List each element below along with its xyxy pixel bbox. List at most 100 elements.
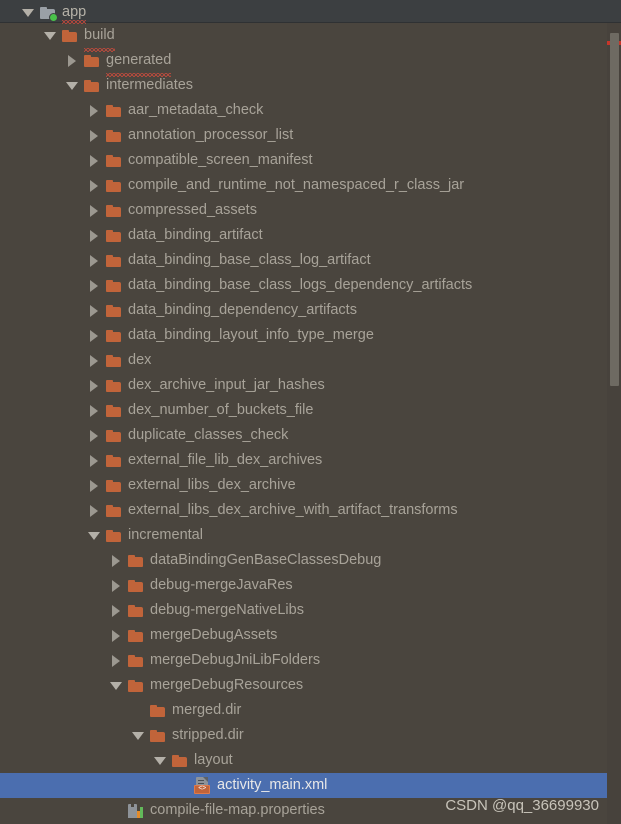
chevron-right-icon[interactable] <box>88 404 101 417</box>
tree-node-label: build <box>84 23 115 52</box>
tree-row[interactable]: intermediates <box>0 73 621 98</box>
chevron-right-icon[interactable] <box>88 454 101 467</box>
chevron-down-icon[interactable] <box>154 754 167 767</box>
tree-row[interactable]: mergeDebugAssets <box>0 623 621 648</box>
tree-node-label: data_binding_base_class_logs_dependency_… <box>128 276 473 293</box>
tree-node-label: mergeDebugResources <box>150 676 304 693</box>
tree-node-label: mergeDebugAssets <box>150 626 278 643</box>
tree-node-label: debug-mergeJavaRes <box>150 576 293 593</box>
tree-row[interactable]: <> activity_main.xml <box>0 773 621 798</box>
tree-row[interactable]: dex_number_of_buckets_file <box>0 398 621 423</box>
tree-row[interactable]: external_libs_dex_archive_with_artifact_… <box>0 498 621 523</box>
chevron-right-icon[interactable] <box>88 104 101 117</box>
chevron-down-icon[interactable] <box>110 679 123 692</box>
chevron-right-icon[interactable] <box>88 354 101 367</box>
chevron-right-icon[interactable] <box>110 554 123 567</box>
chevron-down-icon[interactable] <box>88 529 101 542</box>
chevron-right-icon[interactable] <box>88 479 101 492</box>
tree-row[interactable]: dataBindingGenBaseClassesDebug <box>0 548 621 573</box>
folder-icon <box>106 504 122 518</box>
chevron-right-icon[interactable] <box>66 54 79 67</box>
chevron-right-icon[interactable] <box>110 654 123 667</box>
folder-icon <box>106 129 122 143</box>
tree-row[interactable]: dex <box>0 348 621 373</box>
tree-node-label: layout <box>194 751 233 768</box>
scrollbar-thumb[interactable] <box>610 33 619 386</box>
tree-node-label: compressed_assets <box>128 201 257 218</box>
tree-row[interactable]: compatible_screen_manifest <box>0 148 621 173</box>
folder-icon <box>106 279 122 293</box>
folder-icon <box>150 729 166 743</box>
chevron-down-icon[interactable] <box>66 79 79 92</box>
tree-node-label: external_libs_dex_archive_with_artifact_… <box>128 501 458 518</box>
chevron-right-icon[interactable] <box>110 579 123 592</box>
chevron-down-icon[interactable] <box>132 729 145 742</box>
tree-row[interactable]: external_file_lib_dex_archives <box>0 448 621 473</box>
tree-row[interactable]: stripped.dir <box>0 723 621 748</box>
tree-row[interactable]: debug-mergeJavaRes <box>0 573 621 598</box>
chevron-down-icon[interactable] <box>44 29 57 42</box>
tree-row[interactable]: annotation_processor_list <box>0 123 621 148</box>
tree-row[interactable]: duplicate_classes_check <box>0 423 621 448</box>
tree-row[interactable]: merged.dir <box>0 698 621 723</box>
tree-row[interactable]: mergeDebugJniLibFolders <box>0 648 621 673</box>
chevron-right-icon[interactable] <box>88 304 101 317</box>
tree-node-label: app <box>62 4 87 24</box>
tree-row[interactable]: dex_archive_input_jar_hashes <box>0 373 621 398</box>
folder-icon <box>150 704 166 718</box>
chevron-right-icon[interactable] <box>88 429 101 442</box>
chevron-right-icon[interactable] <box>88 329 101 342</box>
tree-node-label: compile-file-map.properties <box>150 801 325 818</box>
tree-node-label: dex <box>128 351 152 368</box>
chevron-down-icon[interactable] <box>22 6 35 19</box>
tree-node-label: compile_and_runtime_not_namespaced_r_cla… <box>128 176 465 193</box>
folder-icon <box>106 329 122 343</box>
tree-row[interactable]: debug-mergeNativeLibs <box>0 598 621 623</box>
folder-icon <box>128 629 144 643</box>
chevron-right-icon[interactable] <box>110 629 123 642</box>
folder-icon <box>106 479 122 493</box>
vertical-scrollbar[interactable] <box>607 23 621 824</box>
tree-row[interactable]: aar_metadata_check <box>0 98 621 123</box>
folder-icon <box>106 104 122 118</box>
tree-row[interactable]: layout <box>0 748 621 773</box>
tree-node-label: duplicate_classes_check <box>128 426 289 443</box>
tree-node-label: data_binding_dependency_artifacts <box>128 301 357 318</box>
folder-icon <box>106 354 122 368</box>
tree-row[interactable]: compressed_assets <box>0 198 621 223</box>
tree-row[interactable]: incremental <box>0 523 621 548</box>
tree-node-label: annotation_processor_list <box>128 126 294 143</box>
chevron-right-icon[interactable] <box>88 154 101 167</box>
tree-row[interactable]: compile_and_runtime_not_namespaced_r_cla… <box>0 173 621 198</box>
chevron-right-icon[interactable] <box>88 254 101 267</box>
folder-icon <box>106 154 122 168</box>
tree-node-label: data_binding_layout_info_type_merge <box>128 326 374 343</box>
tree-row[interactable]: mergeDebugResources <box>0 673 621 698</box>
tree-row[interactable]: data_binding_base_class_logs_dependency_… <box>0 273 621 298</box>
chevron-right-icon[interactable] <box>88 179 101 192</box>
tree-row[interactable]: data_binding_artifact <box>0 223 621 248</box>
chevron-right-icon[interactable] <box>88 229 101 242</box>
chevron-right-icon[interactable] <box>88 379 101 392</box>
chevron-right-icon[interactable] <box>88 279 101 292</box>
chevron-right-icon[interactable] <box>88 129 101 142</box>
xml-layout-file-icon: <> <box>194 777 211 794</box>
tree-row[interactable]: external_libs_dex_archive <box>0 473 621 498</box>
tree-row[interactable]: generated <box>0 48 621 77</box>
tree-row[interactable]: data_binding_base_class_log_artifact <box>0 248 621 273</box>
chevron-right-icon[interactable] <box>88 204 101 217</box>
tree-sticky-header-app[interactable]: app <box>0 0 621 24</box>
chevron-right-icon[interactable] <box>110 604 123 617</box>
chevron-right-icon[interactable] <box>88 504 101 517</box>
folder-icon <box>128 679 144 693</box>
tree-row[interactable]: data_binding_layout_info_type_merge <box>0 323 621 348</box>
tree-node-label: external_libs_dex_archive <box>128 476 296 493</box>
tree-row[interactable]: data_binding_dependency_artifacts <box>0 298 621 323</box>
folder-icon <box>128 654 144 668</box>
tree-row[interactable]: build <box>0 23 621 52</box>
folder-icon <box>172 754 188 768</box>
project-tree-panel[interactable]: app build generated intermediates aar_metad… <box>0 0 621 824</box>
